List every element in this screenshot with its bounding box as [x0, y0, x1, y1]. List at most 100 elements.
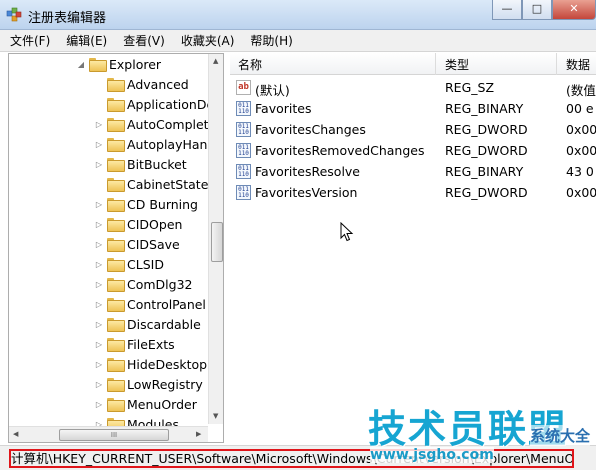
tree-vertical-scroll-thumb[interactable]	[211, 222, 223, 262]
binary-value-icon: 011 110	[236, 164, 251, 179]
tree-item[interactable]: Advanced	[93, 74, 189, 94]
tree-item-label: ControlPanel	[127, 296, 206, 312]
value-type: REG_BINARY	[445, 101, 524, 116]
binary-value-icon: 011 110	[236, 101, 251, 116]
menu-favorites[interactable]: 收藏夹(A)	[171, 32, 241, 49]
registry-values-list[interactable]: 名称 类型 数据 ab (默认) REG_SZ (数值 011 110 Favo…	[230, 53, 596, 443]
tree-item[interactable]: ▷ ControlPanel	[93, 294, 206, 314]
value-type: REG_DWORD	[445, 185, 528, 200]
close-button[interactable]: ✕	[552, 0, 596, 20]
registry-tree[interactable]: ◢ Explorer Advanced ApplicationDe ▷ Auto…	[8, 53, 224, 443]
tree-item[interactable]: ▷ LowRegistry	[93, 374, 203, 394]
value-name: FavoritesVersion	[255, 185, 358, 200]
scroll-up-arrow-icon[interactable]: ▲	[213, 57, 218, 65]
value-type: REG_SZ	[445, 80, 495, 95]
expand-arrow-icon[interactable]: ▷	[93, 380, 105, 389]
expand-arrow-icon[interactable]: ▷	[93, 400, 105, 409]
tree-item-label: CLSID	[127, 256, 164, 272]
registry-editor-icon	[6, 7, 22, 22]
column-header-data[interactable]: 数据	[566, 56, 590, 73]
tree-item-explorer[interactable]: ◢ Explorer	[75, 54, 161, 74]
tree-item[interactable]: ▷ Discardable	[93, 314, 201, 334]
expand-arrow-icon[interactable]: ▷	[93, 120, 105, 129]
tree-item[interactable]: ▷ CIDSave	[93, 234, 180, 254]
tree-item[interactable]: ▷ CIDOpen	[93, 214, 182, 234]
value-name: FavoritesRemovedChanges	[255, 143, 425, 158]
folder-icon	[107, 78, 125, 92]
binary-value-icon: 011 110	[236, 122, 251, 137]
tree-item[interactable]: ▷ ComDlg32	[93, 274, 193, 294]
expand-arrow-icon[interactable]: ▷	[93, 240, 105, 249]
tree-item-label: LowRegistry	[127, 376, 203, 392]
minimize-button[interactable]: —	[492, 0, 522, 20]
tree-item-label: Explorer	[109, 56, 162, 72]
tree-item[interactable]: ▷ MenuOrder	[93, 394, 197, 414]
tree-item[interactable]: ▷ FileExts	[93, 334, 175, 354]
tree-item[interactable]: ▷ AutoComplete	[93, 114, 216, 134]
tree-item[interactable]: ▷ HideDesktopI	[93, 354, 211, 374]
tree-item[interactable]: CabinetState	[93, 174, 208, 194]
value-type: REG_BINARY	[445, 164, 524, 179]
folder-icon	[107, 158, 125, 172]
column-divider[interactable]	[556, 53, 557, 75]
list-header: 名称 类型 数据	[230, 53, 596, 75]
list-item[interactable]: 011 110 Favorites REG_BINARY 00 e	[230, 98, 596, 119]
list-item[interactable]: 011 110 FavoritesResolve REG_BINARY 43 0	[230, 161, 596, 182]
value-data: 0x00	[566, 122, 596, 137]
expand-arrow-icon[interactable]: ▷	[93, 280, 105, 289]
expand-arrow-icon[interactable]: ▷	[93, 200, 105, 209]
tree-vertical-scrollbar[interactable]: ▲ ▼	[208, 54, 223, 424]
menu-view[interactable]: 查看(V)	[113, 32, 171, 49]
folder-icon	[107, 378, 125, 392]
value-data: 00 e	[566, 101, 594, 116]
tree-item-label: AutoplayHanc	[127, 136, 215, 152]
expand-arrow-icon[interactable]: ▷	[93, 360, 105, 369]
scroll-right-arrow-icon[interactable]: ▶	[196, 430, 201, 438]
menu-edit[interactable]: 编辑(E)	[56, 32, 113, 49]
folder-icon	[107, 278, 125, 292]
tree-item[interactable]: ▷ CD Burning	[93, 194, 198, 214]
watermark-side-text: 系统大全	[530, 425, 591, 446]
list-item[interactable]: ab (默认) REG_SZ (数值	[230, 77, 596, 98]
tree-item[interactable]: ApplicationDe	[93, 94, 214, 114]
folder-icon	[107, 398, 125, 412]
value-name: FavoritesResolve	[255, 164, 360, 179]
tree-item-label: Discardable	[127, 316, 201, 332]
value-name: (默认)	[255, 83, 290, 98]
menu-help[interactable]: 帮助(H)	[240, 32, 298, 49]
tree-item[interactable]: ▷ CLSID	[93, 254, 164, 274]
list-item[interactable]: 011 110 FavoritesVersion REG_DWORD 0x00	[230, 182, 596, 203]
menu-file[interactable]: 文件(F)	[0, 32, 56, 49]
expand-arrow-icon[interactable]: ▷	[93, 300, 105, 309]
folder-icon	[107, 238, 125, 252]
expand-arrow-icon[interactable]: ▷	[93, 320, 105, 329]
value-type: REG_DWORD	[445, 122, 528, 137]
expand-arrow-icon[interactable]: ▷	[93, 140, 105, 149]
tree-item-label: ApplicationDe	[127, 96, 215, 112]
tree-item-label: FileExts	[127, 336, 175, 352]
tree-item[interactable]: ▷ BitBucket	[93, 154, 187, 174]
folder-icon	[107, 178, 125, 192]
maximize-button[interactable]: □	[522, 0, 552, 20]
tree-horizontal-scrollbar[interactable]: ◀ III ▶	[9, 426, 208, 442]
expand-arrow-icon[interactable]: ▷	[93, 160, 105, 169]
tree-horizontal-scroll-thumb[interactable]: III	[59, 429, 169, 441]
tree-item-label: CabinetState	[127, 176, 209, 192]
value-name: FavoritesChanges	[255, 122, 366, 137]
column-header-name[interactable]: 名称	[238, 56, 262, 73]
scroll-left-arrow-icon[interactable]: ◀	[13, 430, 18, 438]
column-header-type[interactable]: 类型	[445, 56, 469, 73]
expand-arrow-icon[interactable]: ▷	[93, 220, 105, 229]
tree-item[interactable]: ▷ AutoplayHanc	[93, 134, 214, 154]
window-controls: — □ ✕	[492, 0, 596, 22]
expand-arrow-icon[interactable]: ▷	[93, 340, 105, 349]
list-item[interactable]: 011 110 FavoritesRemovedChanges REG_DWOR…	[230, 140, 596, 161]
scroll-down-arrow-icon[interactable]: ▼	[213, 412, 218, 420]
tree-item-label: Advanced	[127, 76, 189, 92]
watermark-url: www.jsgho.com	[370, 447, 494, 463]
expand-arrow-icon[interactable]: ▷	[93, 260, 105, 269]
list-item[interactable]: 011 110 FavoritesChanges REG_DWORD 0x00	[230, 119, 596, 140]
tree-item-label: CIDOpen	[127, 216, 183, 232]
collapse-arrow-icon[interactable]: ◢	[75, 60, 87, 69]
column-divider[interactable]	[435, 53, 436, 75]
